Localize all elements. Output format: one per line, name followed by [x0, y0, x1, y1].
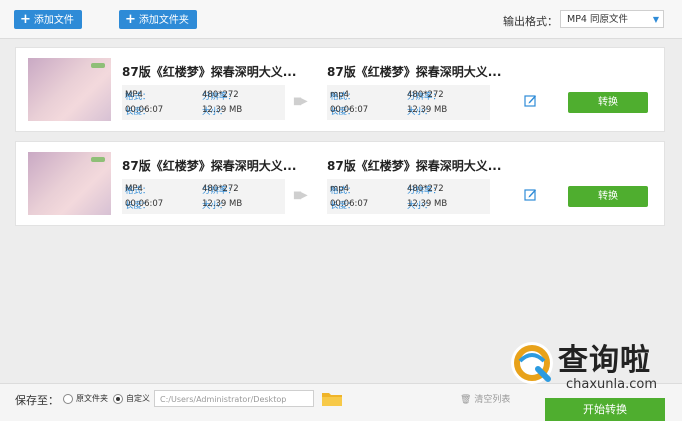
format-value: MP4: [125, 90, 143, 100]
custom-label: 自定义: [126, 394, 150, 403]
format-value: mp4: [330, 184, 350, 194]
size-value: 12.39 MB: [407, 199, 448, 209]
save-path-input[interactable]: C:/Users/Administrator/Desktop: [154, 390, 314, 407]
radio-original-folder[interactable]: [63, 394, 73, 404]
arrow-right-icon: ▮▮▶: [293, 96, 308, 107]
plus-icon: +: [125, 12, 136, 27]
toolbar: + 添加文件 + 添加文件夹 输出格式： MP4 同原文件 ▼: [0, 0, 682, 39]
plus-icon: +: [20, 12, 31, 27]
target-info: 格式： mp4 分辨率： 480*272 长度： 00:06:07 大小： 12.39 …: [327, 85, 490, 120]
size-value: 12.39 MB: [202, 105, 243, 115]
resolution-value: 480*272: [202, 184, 239, 194]
resolution-value: 480*272: [407, 90, 444, 100]
source-title: 87版《红楼梦》探春深明大义...: [122, 65, 297, 79]
source-info: 格式： MP4 分辨率： 480*272 长度： 00:06:07 大小： 12.39 …: [122, 179, 285, 214]
save-to-label: 保存至：: [15, 394, 59, 407]
source-info: 格式： MP4 分辨率： 480*272 长度： 00:06:07 大小： 12.39 …: [122, 85, 285, 120]
caret-down-icon: ▼: [652, 15, 659, 24]
format-value: mp4: [330, 90, 350, 100]
format-value: MP4: [125, 184, 143, 194]
target-title: 87版《红楼梦》探春深明大义...: [327, 159, 502, 173]
convert-button[interactable]: 转换: [568, 92, 648, 113]
duration-value: 00:06:07: [330, 105, 369, 115]
source-title: 87版《红楼梦》探春深明大义...: [122, 159, 297, 173]
duration-value: 00:06:07: [125, 105, 164, 115]
watermark-en: chaxunla.com: [566, 377, 657, 392]
file-item: 87版《红楼梦》探春深明大义... 格式： MP4 分辨率： 480*272 长度：…: [15, 141, 665, 226]
output-format-value: MP4 同原文件: [567, 14, 628, 25]
video-thumbnail: [28, 58, 111, 121]
radio-custom[interactable]: [113, 394, 123, 404]
size-value: 12.39 MB: [407, 105, 448, 115]
output-format-select[interactable]: MP4 同原文件 ▼: [560, 10, 664, 28]
watermark-logo-icon: [511, 342, 553, 384]
target-info: 格式： mp4 分辨率： 480*272 长度： 00:06:07 大小： 12.39 …: [327, 179, 490, 214]
original-folder-label: 原文件夹: [76, 394, 108, 403]
duration-value: 00:06:07: [125, 199, 164, 209]
add-folder-label: 添加文件夹: [138, 15, 189, 26]
duration-value: 00:06:07: [330, 199, 369, 209]
file-item: 87版《红楼梦》探春深明大义... 格式： MP4 分辨率： 480*272 长度：…: [15, 47, 665, 132]
add-file-button[interactable]: + 添加文件: [14, 10, 82, 29]
arrow-right-icon: ▮▮▶: [293, 190, 308, 201]
folder-icon[interactable]: [321, 390, 343, 407]
add-folder-button[interactable]: + 添加文件夹: [119, 10, 197, 29]
video-thumbnail: [28, 152, 111, 215]
trash-icon: 🗑: [460, 395, 472, 405]
edit-icon[interactable]: [524, 188, 537, 201]
edit-icon[interactable]: [524, 94, 537, 107]
add-file-label: 添加文件: [33, 15, 74, 26]
output-format-label: 输出格式：: [503, 15, 558, 28]
watermark-cn: 查询啦: [558, 343, 651, 378]
size-value: 12.39 MB: [202, 199, 243, 209]
target-title: 87版《红楼梦》探春深明大义...: [327, 65, 502, 79]
resolution-value: 480*272: [202, 90, 239, 100]
watermark: 查询啦 chaxunla.com: [500, 333, 682, 407]
convert-button[interactable]: 转换: [568, 186, 648, 207]
resolution-value: 480*272: [407, 184, 444, 194]
